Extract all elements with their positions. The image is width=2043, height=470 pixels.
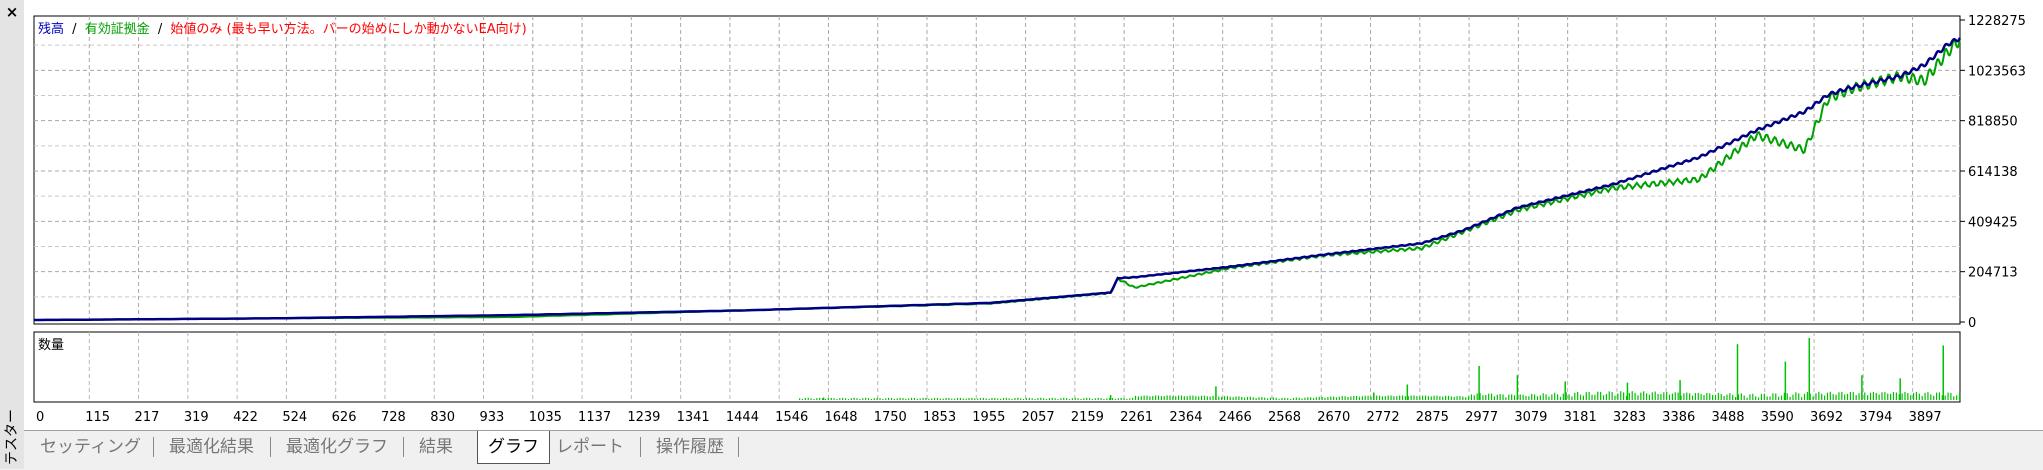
chart-legend: 残高 / 有効証拠金 / 始値のみ (最も早い方法。バーの始めにしか動かないEA… <box>38 21 527 37</box>
y-tick-label: 1228275 <box>1968 14 2026 29</box>
x-tick-label: 1341 <box>677 410 710 425</box>
y-tick-label: 409425 <box>1968 215 2018 230</box>
tab-separator <box>738 437 739 457</box>
x-tick-label: 2261 <box>1120 410 1153 425</box>
x-tick-label: 830 <box>430 410 455 425</box>
panel-title: テスター <box>4 409 20 465</box>
x-tick-label: 1955 <box>972 410 1005 425</box>
x-tick-label: 2364 <box>1169 410 1202 425</box>
y-tick-label: 1023563 <box>1968 64 2026 79</box>
x-tick-label: 1239 <box>627 410 660 425</box>
x-tick-label: 2466 <box>1219 410 1252 425</box>
x-tick-label: 3079 <box>1514 410 1547 425</box>
tab-opt-results[interactable]: 最適化結果 <box>159 433 264 461</box>
x-tick-label: 1444 <box>726 410 759 425</box>
x-tick-label: 1648 <box>824 410 857 425</box>
x-tick-label: 2977 <box>1465 410 1498 425</box>
x-tick-label: 3897 <box>1909 410 1942 425</box>
x-tick-label: 2568 <box>1268 410 1301 425</box>
tab-separator <box>270 437 271 457</box>
x-tick-label: 3283 <box>1613 410 1646 425</box>
tab-journal[interactable]: 操作履歴 <box>646 433 734 461</box>
volume-label: 数量 <box>38 338 64 353</box>
x-tick-label: 1546 <box>775 410 808 425</box>
x-tick-label: 1750 <box>874 410 907 425</box>
x-tick-label: 3181 <box>1564 410 1597 425</box>
close-icon[interactable]: × <box>4 4 20 20</box>
legend-sep: / <box>72 22 77 37</box>
x-tick-label: 2159 <box>1071 410 1104 425</box>
x-tick-label: 933 <box>480 410 505 425</box>
y-tick-label: 818850 <box>1968 115 2018 130</box>
x-tick-label: 0 <box>36 410 44 425</box>
x-tick-label: 3692 <box>1810 410 1843 425</box>
x-tick-label: 3794 <box>1859 410 1892 425</box>
tab-separator <box>153 437 154 457</box>
y-tick-label: 614138 <box>1968 165 2018 180</box>
tab-opt-graph[interactable]: 最適化グラフ <box>276 433 398 461</box>
x-tick-label: 2875 <box>1416 410 1449 425</box>
y-tick-label: 204713 <box>1968 266 2018 281</box>
tester-graph-area: 1228275 1023563 818850 614138 409425 204713 0 … <box>24 0 2043 430</box>
tab-results[interactable]: 結果 <box>409 433 463 461</box>
legend-balance: 残高 <box>38 21 64 37</box>
x-tick-label: 217 <box>135 410 160 425</box>
volume-chart-frame <box>33 331 1961 403</box>
legend-equity: 有効証拠金 <box>85 21 150 37</box>
x-tick-label: 115 <box>85 410 110 425</box>
tab-separator <box>403 437 404 457</box>
legend-sep: / <box>158 22 163 37</box>
balance-chart-frame <box>33 15 1961 325</box>
x-tick-label: 2057 <box>1022 410 1055 425</box>
x-tick-label: 3386 <box>1662 410 1695 425</box>
x-tick-label: 1035 <box>529 410 562 425</box>
tab-report[interactable]: レポート <box>546 433 634 461</box>
tab-separator <box>640 437 641 457</box>
balance-y-axis: 1228275 1023563 818850 614138 409425 204713 0 <box>1960 14 2026 331</box>
y-tick-label: 0 <box>1968 316 1976 331</box>
tab-graph[interactable]: グラフ <box>477 431 550 464</box>
x-tick-label: 1853 <box>923 410 956 425</box>
x-tick-label: 728 <box>381 410 406 425</box>
x-tick-label: 626 <box>332 410 357 425</box>
x-tick-label: 3488 <box>1711 410 1744 425</box>
x-tick-label: 319 <box>184 410 209 425</box>
x-tick-label: 2772 <box>1367 410 1400 425</box>
x-axis: 0 115 217 319 422 524 626 728 830 933 1035 1137 1239… <box>36 410 1942 425</box>
tester-tab-bar: セッティング 最適化結果 最適化グラフ 結果 グラフ レポート 操作履歴 <box>24 430 2043 470</box>
x-tick-label: 1137 <box>578 410 611 425</box>
tab-settings[interactable]: セッティング <box>30 433 151 461</box>
x-tick-label: 2670 <box>1317 410 1350 425</box>
x-tick-label: 422 <box>233 410 258 425</box>
graph-svg: 1228275 1023563 818850 614138 409425 204713 0 … <box>33 14 2026 425</box>
legend-method: 始値のみ (最も早い方法。バーの始めにしか動かないEA向け) <box>170 21 526 37</box>
x-tick-label: 524 <box>282 410 307 425</box>
x-tick-label: 3590 <box>1761 410 1794 425</box>
tester-side-panel: × テスター <box>0 0 25 469</box>
